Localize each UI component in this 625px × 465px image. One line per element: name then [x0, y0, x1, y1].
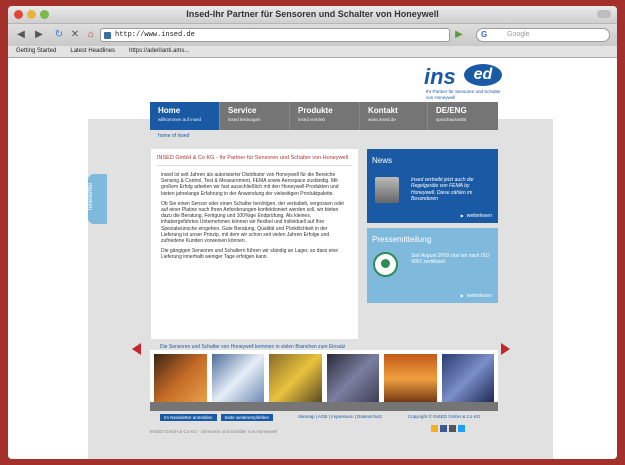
url-text: http://www.insed.de — [115, 31, 195, 39]
twitter-icon[interactable] — [458, 425, 465, 432]
gallery-photo-aircraft[interactable] — [384, 354, 437, 404]
footer-buttons: Im Newsletter anmelden Seite weiterempfe… — [160, 414, 274, 421]
home-icon[interactable]: ⌂ — [84, 27, 98, 42]
search-placeholder: Google — [507, 31, 530, 38]
gallery-photo-forklift[interactable] — [269, 354, 322, 404]
press-text: Seit August 2009 sind wir nach ISO 9001 … — [411, 253, 490, 266]
recommend-page-button[interactable]: Seite weiterempfehlen — [220, 414, 274, 421]
insed-logo[interactable]: ins ed Ihr Partner für Sensoren und Scha… — [424, 64, 514, 104]
nav-item-kontakt[interactable]: Kontakt www.insed.de — [360, 102, 428, 130]
news-more-link[interactable]: weiterlesen — [461, 213, 492, 219]
main-paragraph: Die gängigen Sensoren und Schaltern führ… — [161, 248, 339, 261]
footer-copyright: INSED GmbH & Co KG · Sensoren und Schalt… — [150, 429, 278, 434]
gallery-photo-engine[interactable] — [441, 354, 494, 404]
gallery-photo-steel[interactable] — [154, 354, 207, 404]
browser-window: Insed-Ihr Partner für Sensoren und Schal… — [8, 6, 617, 459]
window-title: Insed-Ihr Partner für Sensoren und Schal… — [186, 9, 439, 19]
news-box: News Insed vertreibt jetzt auch die Rege… — [367, 149, 498, 223]
news-text: Insed vertreibt jetzt auch die Regelgerä… — [411, 177, 474, 203]
nav-item-produkte[interactable]: Produkte insed vertrieb — [290, 102, 360, 130]
google-search-icon: G — [481, 30, 488, 39]
rss-icon[interactable] — [431, 425, 438, 432]
stop-icon[interactable]: ✕ — [68, 27, 82, 42]
nav-item-title: Kontakt — [368, 106, 398, 115]
news-title: News — [372, 156, 393, 165]
nav-item-subtitle: willkommen auf insed — [158, 117, 202, 122]
logo-oval: ed — [464, 64, 502, 86]
page-viewport: ins ed Ihr Partner für Sensoren und Scha… — [8, 58, 617, 459]
newsletter-signup-button[interactable]: Im Newsletter anmelden — [160, 414, 217, 421]
news-product-image — [375, 177, 399, 203]
nav-item-subtitle: www.insed.de — [368, 117, 396, 122]
logo-tagline: Ihr Partner für Sensoren und Schalter vo… — [426, 89, 501, 100]
mail-icon[interactable] — [449, 425, 456, 432]
newsletter-tab[interactable]: newsletter — [88, 174, 107, 224]
main-content: INSED GmbH & Co KG - Ihr Partner für Sen… — [151, 149, 358, 339]
nav-item-title: Produkte — [298, 106, 333, 115]
search-field[interactable]: G Google — [476, 28, 610, 42]
nav-item-language[interactable]: DE/ENG sprachauswahl — [428, 102, 498, 130]
reload-icon[interactable]: ↻ — [52, 27, 66, 42]
press-box: Pressemitteilung Seit August 2009 sind w… — [367, 228, 498, 303]
browser-toolbar: ◀ ▶ ↻ ✕ ⌂ http://www.insed.de ▶ G Google — [8, 24, 617, 46]
nav-item-title: Home — [158, 106, 181, 115]
toolbar-toggle-icon[interactable] — [597, 10, 611, 18]
main-nav: Home willkommen auf insed Service insed … — [150, 102, 498, 130]
back-icon[interactable]: ◀ — [14, 27, 28, 42]
nav-item-title: Service — [228, 106, 257, 115]
main-paragraph: insed ist seit Jahren als autorisierter … — [161, 172, 339, 197]
facebook-icon[interactable] — [440, 425, 447, 432]
logo-text: ins — [424, 64, 456, 89]
page-canvas: ins ed Ihr Partner für Sensoren und Scha… — [88, 58, 553, 459]
nav-item-title: DE/ENG — [436, 106, 467, 115]
go-icon[interactable]: ▶ — [454, 27, 464, 42]
nav-item-subtitle: sprachauswahl — [436, 117, 467, 122]
url-field[interactable]: http://www.insed.de — [100, 28, 450, 42]
nav-item-home[interactable]: Home willkommen auf insed — [150, 102, 220, 130]
bookmark-item[interactable]: Getting Started — [16, 48, 56, 57]
footer-links[interactable]: Sitemap | AGB | Impressum | Datenschutz — [298, 414, 382, 419]
image-gallery — [150, 350, 498, 408]
title-bar: Insed-Ihr Partner für Sensoren und Schal… — [8, 6, 617, 24]
social-icons — [431, 425, 465, 432]
bookmark-item[interactable]: https://aderilanti.ams... — [129, 48, 189, 57]
nav-item-service[interactable]: Service insed leistungen — [220, 102, 290, 130]
main-heading: INSED GmbH & Co KG - Ihr Partner für Sen… — [157, 155, 349, 161]
gallery-photo-lab[interactable] — [211, 354, 264, 404]
main-paragraph: Ob Sie einen Sensor oder einen Schalter … — [161, 200, 345, 245]
press-title: Pressemitteilung — [372, 235, 432, 244]
gallery-next-icon[interactable] — [501, 343, 510, 355]
footer-bar — [150, 402, 498, 411]
certification-seal-icon — [373, 252, 398, 277]
gallery-prev-icon[interactable] — [132, 343, 141, 355]
nav-item-subtitle: insed leistungen — [228, 117, 261, 122]
divider — [157, 165, 352, 166]
bookmark-item[interactable]: Latest Headlines — [70, 48, 115, 57]
bookmarks-bar: Getting Started Latest Headlines https:/… — [8, 46, 617, 58]
nav-item-subtitle: insed vertrieb — [298, 117, 326, 122]
gallery-photo-industry[interactable] — [326, 354, 379, 404]
footer-copyright-link[interactable]: Copyright © INSED GmbH & Co KG — [408, 414, 480, 419]
breadcrumb[interactable]: home of insed — [158, 133, 189, 139]
press-more-link[interactable]: weiterlesen — [461, 293, 492, 299]
favicon-icon — [104, 32, 111, 39]
forward-icon[interactable]: ▶ — [32, 27, 46, 42]
